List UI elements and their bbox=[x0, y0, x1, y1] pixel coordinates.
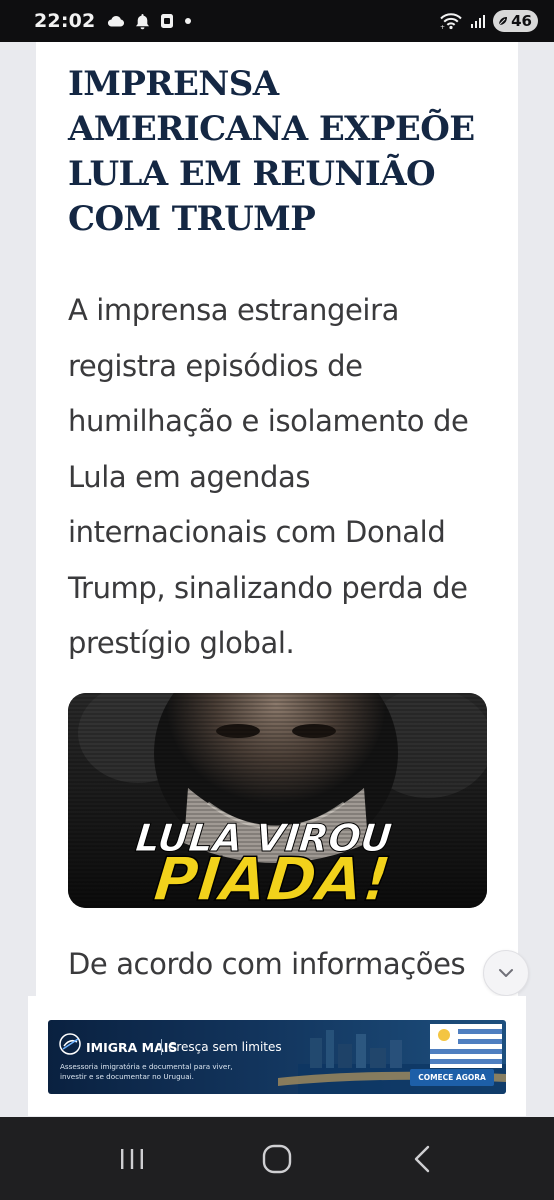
article-lead: A imprensa estrangeira registra episódio… bbox=[68, 293, 469, 660]
home-button[interactable] bbox=[247, 1134, 307, 1184]
back-icon bbox=[414, 1145, 429, 1172]
image-text-line2: PIADA! bbox=[151, 845, 395, 908]
system-nav-bar bbox=[0, 1117, 554, 1200]
dot-icon bbox=[185, 18, 192, 24]
recent-apps-icon bbox=[121, 1148, 144, 1169]
article-card: IMPRENSA AMERICANA EXPEÕE LULA EM REUNIÃ… bbox=[36, 42, 518, 1002]
article-headline: IMPRENSA AMERICANA EXPEÕE LULA EM REUNIÃ… bbox=[68, 64, 475, 239]
wifi-icon: + bbox=[440, 13, 462, 30]
ad-brand: IMIGRA MAIS bbox=[86, 1040, 178, 1055]
home-icon bbox=[262, 1144, 292, 1173]
ad-container: IMIGRA MAIS Cresça sem limites Assessori… bbox=[28, 996, 526, 1116]
imigra-logo-icon bbox=[59, 1033, 81, 1055]
article-image[interactable]: LULA VIROU PIADA! bbox=[68, 693, 487, 908]
signal-icon bbox=[471, 14, 486, 28]
status-time: 22:02 bbox=[34, 10, 96, 32]
svg-text:+: + bbox=[440, 24, 445, 30]
ad-cta-button[interactable]: COMECE AGORA bbox=[410, 1069, 494, 1086]
status-right-icons: + 46 bbox=[439, 10, 538, 32]
status-left-icons bbox=[107, 13, 192, 30]
battery-level: 46 bbox=[511, 12, 532, 30]
app-notification-icon bbox=[161, 14, 174, 28]
status-bar: 22:02 + 46 bbox=[0, 0, 554, 42]
recent-apps-button[interactable] bbox=[102, 1134, 162, 1184]
article-continued-text: De acordo com informações bbox=[68, 947, 466, 981]
ad-banner[interactable]: IMIGRA MAIS Cresça sem limites Assessori… bbox=[48, 1020, 506, 1094]
back-button[interactable] bbox=[392, 1134, 452, 1184]
uruguay-flag bbox=[430, 1024, 502, 1068]
ad-separator bbox=[161, 1039, 162, 1055]
ad-description: Assessoria imigratória e documental para… bbox=[60, 1062, 233, 1081]
battery-icon: 46 bbox=[493, 10, 538, 32]
scroll-down-button[interactable] bbox=[483, 950, 529, 996]
article-image-graphic: LULA VIROU PIADA! bbox=[68, 693, 487, 908]
chevron-down-icon bbox=[499, 969, 513, 977]
cloud-icon bbox=[108, 15, 125, 27]
ad-slogan: Cresça sem limites bbox=[168, 1040, 282, 1054]
battery-saver-icon bbox=[498, 17, 508, 26]
bell-icon bbox=[136, 13, 150, 29]
